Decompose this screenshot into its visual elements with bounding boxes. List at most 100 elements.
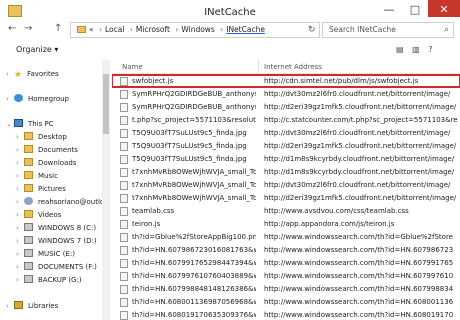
navigation-pane: › ★ Favorites › Homegroup ⌄ This PC › Desktop… (0, 60, 110, 320)
sidebar-item-downloads[interactable]: › Downloads (16, 157, 76, 169)
sidebar-item-drive-d[interactable]: › WINDOWS 7 (D:) (16, 235, 97, 247)
sidebar-item-drive-c[interactable]: › WINDOWS 8 (C:) (16, 222, 96, 234)
breadcrumb-microsoft[interactable]: Microsoft (136, 25, 170, 34)
breadcrumb-windows[interactable]: Windows (181, 25, 214, 34)
sidebar-scrollbar[interactable] (102, 60, 110, 320)
sidebar-item-drive-e[interactable]: › MUSIC (E:) (16, 248, 75, 260)
table-row[interactable]: t7xnhMvRb8OWeWjhWVJA_small_To... http://d… (112, 166, 460, 178)
sidebar-item-homegroup[interactable]: › Homegroup (6, 93, 69, 105)
file-icon (120, 259, 128, 268)
table-row[interactable]: th?id=Gblue%2fStoreAppBig100.pn... http:/… (112, 231, 460, 243)
breadcrumb-local[interactable]: Local (105, 25, 124, 34)
file-icon (120, 103, 128, 112)
refresh-icon[interactable]: ↻ (308, 25, 316, 35)
table-row[interactable]: th?id=HN.607997610760403889&w... http://w… (112, 270, 460, 282)
folder-icon (24, 210, 33, 218)
pc-icon (14, 119, 23, 127)
forward-arrow-icon[interactable]: → (24, 23, 32, 34)
table-row[interactable]: T5Q9U03fT7SuLUst9c5_finda.jpg http://dvt3… (112, 127, 460, 139)
file-name: SymRPHrQ2GDIRDGeBUB_anthonys... (132, 90, 256, 98)
sidebar-item-label: Downloads (38, 159, 77, 167)
address-bar[interactable]: « › Local › Microsoft › Windows › INetCache (70, 22, 320, 38)
table-row[interactable]: SymRPHrQ2GDIRDGeBUB_anthonys... http://d2… (112, 101, 460, 113)
drive-icon (24, 249, 33, 257)
search-input[interactable]: Search INetCache (322, 22, 454, 38)
table-row[interactable]: T5Q9U03fT7SuLUst9c5_finda.jpg http://d2er… (112, 140, 460, 152)
file-icon (120, 155, 128, 164)
file-name: t7xnhMvRb8OWeWjhWVJA_small_To... (132, 168, 256, 176)
table-row[interactable]: th?id=HN.607986723016081763&w... http://w… (112, 244, 460, 256)
table-row[interactable]: SymRPHrQ2GDIRDGeBUB_anthonys... http://dv… (112, 88, 460, 100)
table-row[interactable]: t.php?sc_project=5571103&resoluti... http… (112, 114, 460, 126)
file-internet-address: http://www.windowssearch.com/th?id=HN.60… (264, 246, 454, 254)
file-internet-address: http://www.avsdvou.com/css/teamlab.css (264, 207, 409, 215)
up-arrow-icon[interactable]: ↑ (54, 23, 62, 34)
sidebar-item-pictures[interactable]: › Pictures (16, 183, 66, 195)
sidebar-item-label: Favorites (27, 70, 59, 78)
folder-icon (24, 184, 33, 192)
column-header-internet-address[interactable]: Internet Address (264, 63, 322, 71)
table-row[interactable]: th?id=HN.607991765298447394&w... http://w… (112, 257, 460, 269)
file-internet-address: http://dvt30mz2l6fr0.cloudfront.net/bitt… (264, 129, 451, 137)
file-name: T5Q9U03fT7SuLUst9c5_finda.jpg (132, 155, 247, 163)
drive-icon (24, 223, 33, 231)
file-internet-address: http://d1m8s9kcyrbdy.cloudfront.net/bitt… (264, 155, 455, 163)
file-name: th?id=HN.607998848148126386&w... (132, 285, 256, 293)
sidebar-item-label: reahsoriano@outlo (38, 198, 105, 206)
column-divider[interactable] (258, 60, 259, 74)
table-row[interactable]: teiron.js http://app.appandora.com/js/tei… (112, 218, 460, 230)
file-icon (120, 181, 128, 190)
file-icon (120, 77, 128, 86)
file-name: th?id=Gblue%2fStoreAppBig100.pn... (132, 233, 256, 241)
file-name: th?id=HN.607991765298447394&w... (132, 259, 256, 267)
breadcrumb-overflow[interactable]: « (89, 25, 94, 34)
file-icon (120, 233, 128, 242)
table-row[interactable]: th?id=HN.608019170635309376&w... http://w… (112, 309, 460, 320)
file-internet-address: http://d2eri39gz1mfk5.cloudfront.net/bit… (264, 142, 457, 150)
sidebar-item-favorites[interactable]: › ★ Favorites (6, 68, 59, 80)
folder-icon (24, 132, 33, 140)
sidebar-item-videos[interactable]: › Videos (16, 209, 61, 221)
sidebar-item-drive-g[interactable]: › BACKUP (G:) (16, 274, 82, 286)
view-options-icons[interactable]: ▤ ▥ ? (396, 45, 435, 54)
table-row-highlighted[interactable]: swfobject.js http://cdn.simtel.net/pub/dl… (112, 74, 460, 88)
sidebar-item-user[interactable]: › reahsoriano@outlo (16, 196, 104, 208)
sidebar-item-label: WINDOWS 8 (C:) (38, 224, 97, 232)
sidebar-item-label: MUSIC (E:) (38, 250, 76, 258)
file-list: Name Internet Address swfobject.js http:/… (112, 60, 460, 320)
organize-button[interactable]: Organize ▾ (16, 45, 58, 54)
sidebar-item-label: WINDOWS 7 (D:) (38, 237, 97, 245)
file-name: swfobject.js (132, 77, 174, 85)
table-row[interactable]: th?id=HN.607998848148126386&w... http://w… (112, 283, 460, 295)
file-icon (120, 168, 128, 177)
file-internet-address: http://www.windowssearch.com/th?id=Gblue… (264, 233, 453, 241)
column-header-name[interactable]: Name (122, 63, 143, 71)
folder-icon (24, 158, 33, 166)
table-row[interactable]: th?id=HN.608001136987056968&w... http://w… (112, 296, 460, 308)
column-header-row: Name Internet Address (112, 60, 460, 74)
file-icon (120, 246, 128, 255)
sidebar-item-label: BACKUP (G:) (38, 276, 82, 284)
file-name: th?id=HN.608019170635309376&w... (132, 311, 256, 319)
scrollbar-thumb[interactable] (103, 74, 109, 134)
search-icon[interactable]: ⌕ (444, 25, 449, 35)
file-name: th?id=HN.607997610760403889&w... (132, 272, 256, 280)
file-name: t.php?sc_project=5571103&resoluti... (132, 116, 256, 124)
table-row[interactable]: T5Q9U03fT7SuLUst9c5_finda.jpg http://d1m8… (112, 153, 460, 165)
sidebar-item-this-pc[interactable]: ⌄ This PC (6, 118, 54, 130)
breadcrumb-inetcache[interactable]: INetCache (226, 25, 265, 34)
sidebar-item-music[interactable]: › Music (16, 170, 58, 182)
sidebar-item-drive-f[interactable]: › DOCUMENTS (F:) (16, 261, 97, 273)
file-icon (120, 90, 128, 99)
file-internet-address: http://www.windowssearch.com/th?id=HN.60… (264, 259, 454, 267)
back-arrow-icon[interactable]: ← (8, 23, 16, 34)
table-row[interactable]: t7xnhMvRb8OWeWjhWVJA_small_To... http://d… (112, 192, 460, 204)
sidebar-item-libraries[interactable]: › Libraries (6, 300, 58, 312)
sidebar-item-desktop[interactable]: › Desktop (16, 131, 67, 143)
table-row[interactable]: teamlab.css http://www.avsdvou.com/css/te… (112, 205, 460, 217)
library-icon (14, 301, 23, 309)
file-icon (120, 298, 128, 307)
sidebar-item-documents[interactable]: › Documents (16, 144, 78, 156)
table-row[interactable]: t7xnhMvRb8OWeWjhWVJA_small_To... http://d… (112, 179, 460, 191)
file-name: t7xnhMvRb8OWeWjhWVJA_small_To... (132, 194, 256, 202)
